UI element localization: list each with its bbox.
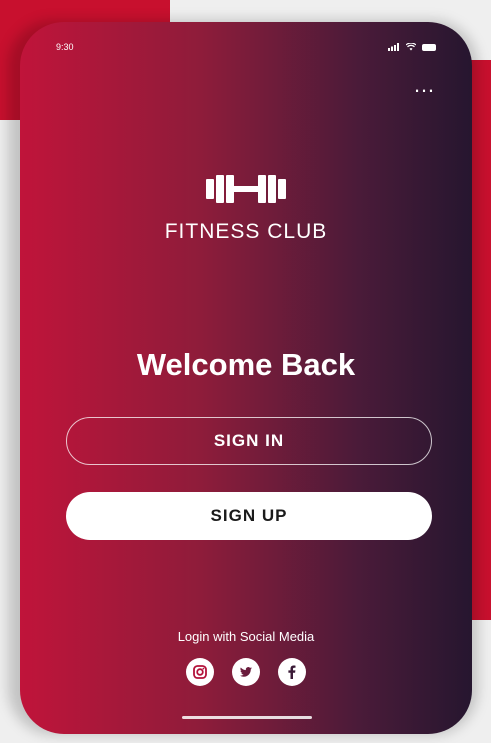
- phone-screen: 9:30 … FITNESS CLUB Welcome Back SIGN IN…: [20, 22, 472, 734]
- signal-icon: [388, 43, 399, 51]
- brand-logo: FITNESS CLUB: [20, 172, 472, 244]
- status-icons: [388, 43, 436, 51]
- more-options-button[interactable]: …: [413, 74, 436, 96]
- wifi-icon: [406, 43, 416, 51]
- dumbbell-icon: [206, 175, 286, 203]
- instagram-icon: [193, 665, 207, 679]
- screenshot-stage: 9:30 … FITNESS CLUB Welcome Back SIGN IN…: [0, 0, 491, 743]
- facebook-icon: [288, 665, 296, 679]
- twitter-icon: [240, 667, 252, 677]
- more-horizontal-icon: …: [413, 72, 436, 97]
- battery-icon: [422, 43, 436, 51]
- facebook-button[interactable]: [278, 658, 306, 686]
- sign-up-button[interactable]: SIGN UP: [66, 492, 432, 540]
- social-login-buttons: [20, 658, 472, 686]
- welcome-title: Welcome Back: [136, 347, 356, 382]
- home-indicator: [182, 716, 312, 719]
- sign-in-button[interactable]: SIGN IN: [66, 417, 432, 465]
- instagram-button[interactable]: [186, 658, 214, 686]
- twitter-button[interactable]: [232, 658, 260, 686]
- social-login-label: Login with Social Media: [177, 629, 315, 644]
- status-bar: 9:30: [56, 40, 436, 54]
- brand-name: FITNESS CLUB: [164, 220, 328, 243]
- status-time: 9:30: [56, 42, 74, 52]
